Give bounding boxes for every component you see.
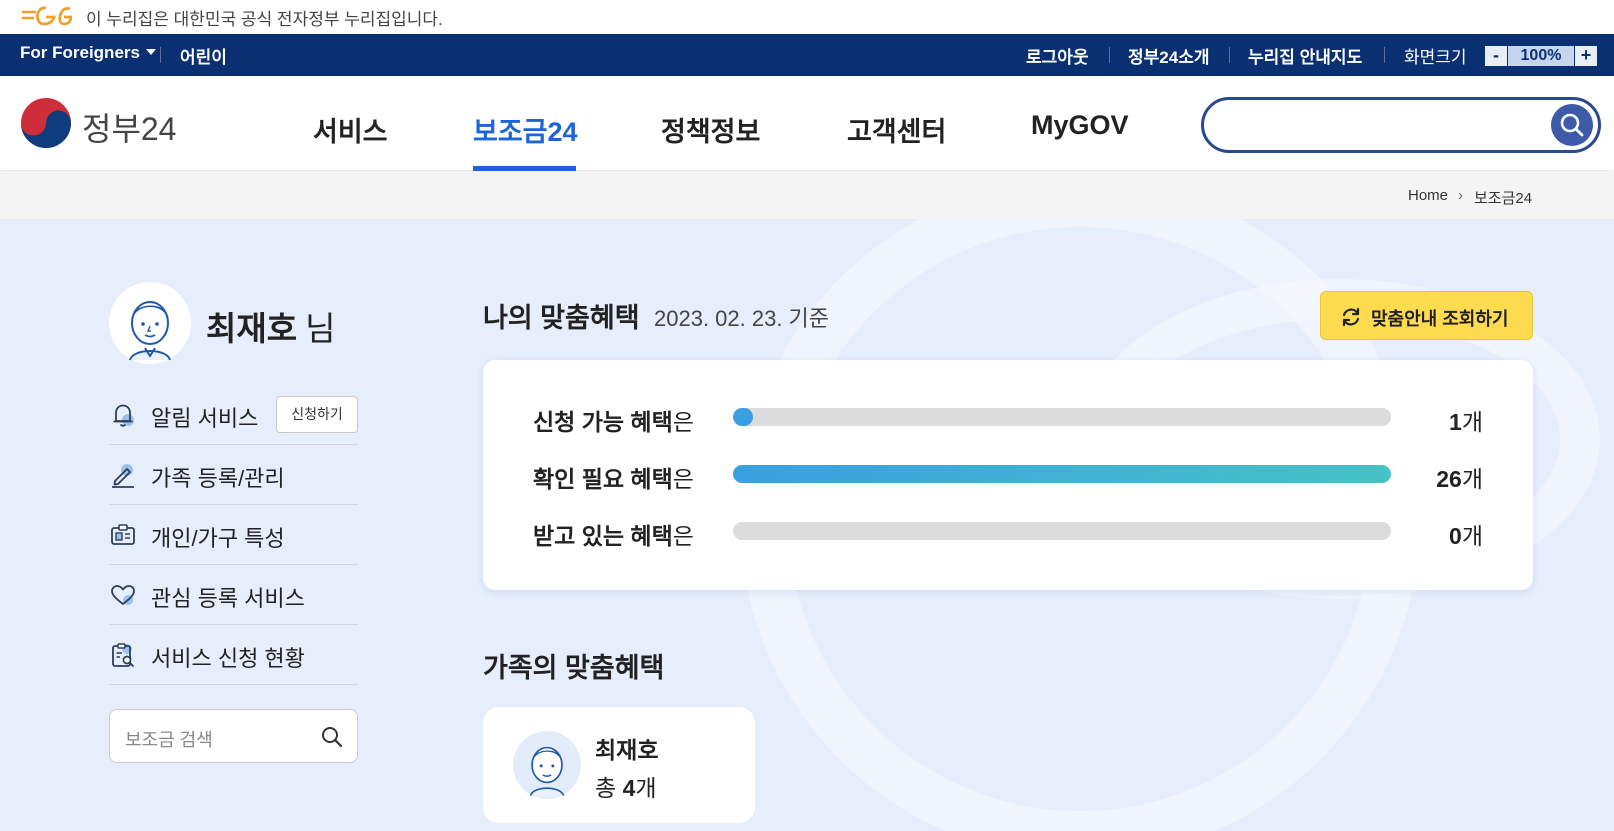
- breadcrumb-home[interactable]: Home: [1408, 187, 1448, 204]
- benefits-date: 2023. 02. 23. 기준: [654, 306, 830, 331]
- zoom-label: 화면크기: [1404, 48, 1467, 67]
- kids-link[interactable]: 어린이: [180, 43, 227, 68]
- taegeuk-logo-icon[interactable]: [20, 97, 72, 149]
- nav-mygov[interactable]: MyGOV: [1031, 110, 1129, 141]
- benefit-row-label: 받고 있는 혜택은: [533, 523, 694, 549]
- user-name: 최재호 님: [206, 302, 335, 350]
- nav-subsidy24[interactable]: 보조금24: [473, 110, 578, 149]
- benefit-row-count[interactable]: 1개: [1449, 403, 1483, 437]
- egov-logo-icon: [22, 6, 72, 26]
- sidebar-item-interest[interactable]: 관심 등록 서비스: [109, 565, 358, 625]
- id-card-icon: [111, 524, 135, 545]
- person-avatar-icon: [129, 301, 171, 361]
- heart-icon: [111, 585, 135, 605]
- breadcrumb-current: 보조금24: [1474, 190, 1533, 207]
- gov-banner: 이 누리집은 대한민국 공식 전자정부 누리집입니다.: [0, 0, 1614, 34]
- nav-customer-center[interactable]: 고객센터: [847, 110, 946, 149]
- sidebar-item-label: 가족 등록/관리: [151, 466, 285, 491]
- family-member-name: 최재호: [595, 737, 659, 763]
- my-benefits-title: 나의 맞춤혜택: [483, 303, 640, 333]
- sidebar-item-label: 알림 서비스: [151, 406, 259, 431]
- family-member-total: 총 4개: [595, 775, 657, 801]
- divider: [1109, 47, 1110, 63]
- zoom-in-button[interactable]: +: [1575, 46, 1597, 66]
- zoom-out-button[interactable]: -: [1485, 46, 1507, 66]
- family-member-avatar: [513, 731, 581, 799]
- person-avatar-icon: [529, 746, 565, 797]
- for-foreigners-link[interactable]: For Foreigners: [20, 43, 156, 63]
- sidebar-item-household[interactable]: 개인/가구 특성: [109, 505, 358, 565]
- divider: [160, 47, 161, 63]
- benefit-progress-bar: [733, 522, 1391, 540]
- benefit-row-count[interactable]: 26개: [1436, 460, 1483, 494]
- caret-down-icon: [145, 49, 156, 55]
- honorific: 님: [305, 310, 336, 347]
- utility-bar: For Foreigners 어린이 로그아웃 정부24소개 누리집 안내지도 …: [0, 34, 1614, 76]
- site-header: 정부24 서비스 보조금24 정책정보 고객센터 MyGOV: [0, 76, 1614, 171]
- clipboard-search-icon: [112, 643, 134, 667]
- notification-apply-button[interactable]: 신청하기: [276, 396, 358, 433]
- sidebar-item-label: 개인/가구 특성: [151, 526, 285, 551]
- benefit-progress-bar: [733, 465, 1391, 483]
- search-button[interactable]: [1551, 104, 1593, 146]
- search-placeholder: 보조금 검색: [125, 730, 213, 750]
- refresh-button-label: 맞춤안내 조회하기: [1371, 309, 1509, 329]
- benefit-row-label: 확인 필요 혜택은: [533, 466, 694, 492]
- nav-services[interactable]: 서비스: [313, 110, 388, 149]
- benefit-row-count[interactable]: 0개: [1449, 517, 1483, 551]
- user-name-text: 최재호: [206, 310, 298, 347]
- family-member-card[interactable]: 최재호 총 4개: [483, 707, 755, 823]
- refresh-icon: [1342, 307, 1360, 327]
- divider: [1229, 47, 1230, 63]
- breadcrumb-separator: ›: [1458, 187, 1463, 204]
- refresh-benefits-button[interactable]: 맞춤안내 조회하기: [1320, 291, 1533, 340]
- site-logo-text[interactable]: 정부24: [82, 104, 176, 150]
- sidebar-item-application-status[interactable]: 서비스 신청 현황: [109, 625, 358, 685]
- global-search-input[interactable]: [1201, 97, 1601, 153]
- nav-policy-info[interactable]: 정책정보: [661, 110, 760, 149]
- sidebar-item-label: 서비스 신청 현황: [151, 646, 305, 671]
- sidebar-item-label: 관심 등록 서비스: [151, 586, 305, 611]
- search-icon[interactable]: [320, 725, 344, 749]
- benefit-row-label: 신청 가능 혜택은: [533, 409, 694, 435]
- benefit-progress-bar: [733, 408, 1391, 426]
- family-benefits-title: 가족의 맞춤혜택: [483, 653, 665, 683]
- search-icon: [1560, 113, 1584, 137]
- benefit-progress-fill: [733, 465, 1391, 483]
- logout-link[interactable]: 로그아웃: [1026, 43, 1089, 68]
- sitemap-link[interactable]: 누리집 안내지도: [1248, 43, 1362, 68]
- benefit-summary-card: 신청 가능 혜택은 1개 확인 필요 혜택은 26개 받고 있는 혜택은 0개: [483, 360, 1533, 590]
- sidebar-item-family[interactable]: 가족 등록/관리: [109, 445, 358, 505]
- benefit-progress-fill: [733, 408, 753, 426]
- zoom-value: 100%: [1508, 46, 1574, 66]
- pencil-icon: [112, 464, 134, 488]
- divider: [1384, 47, 1385, 63]
- about-link[interactable]: 정부24소개: [1128, 43, 1209, 68]
- subsidy-search-input[interactable]: 보조금 검색: [109, 709, 358, 763]
- breadcrumb: Home › 보조금24: [0, 171, 1614, 219]
- gov-banner-text: 이 누리집은 대한민국 공식 전자정부 누리집입니다.: [86, 10, 443, 29]
- bell-icon: [113, 404, 134, 427]
- user-avatar: [109, 282, 191, 364]
